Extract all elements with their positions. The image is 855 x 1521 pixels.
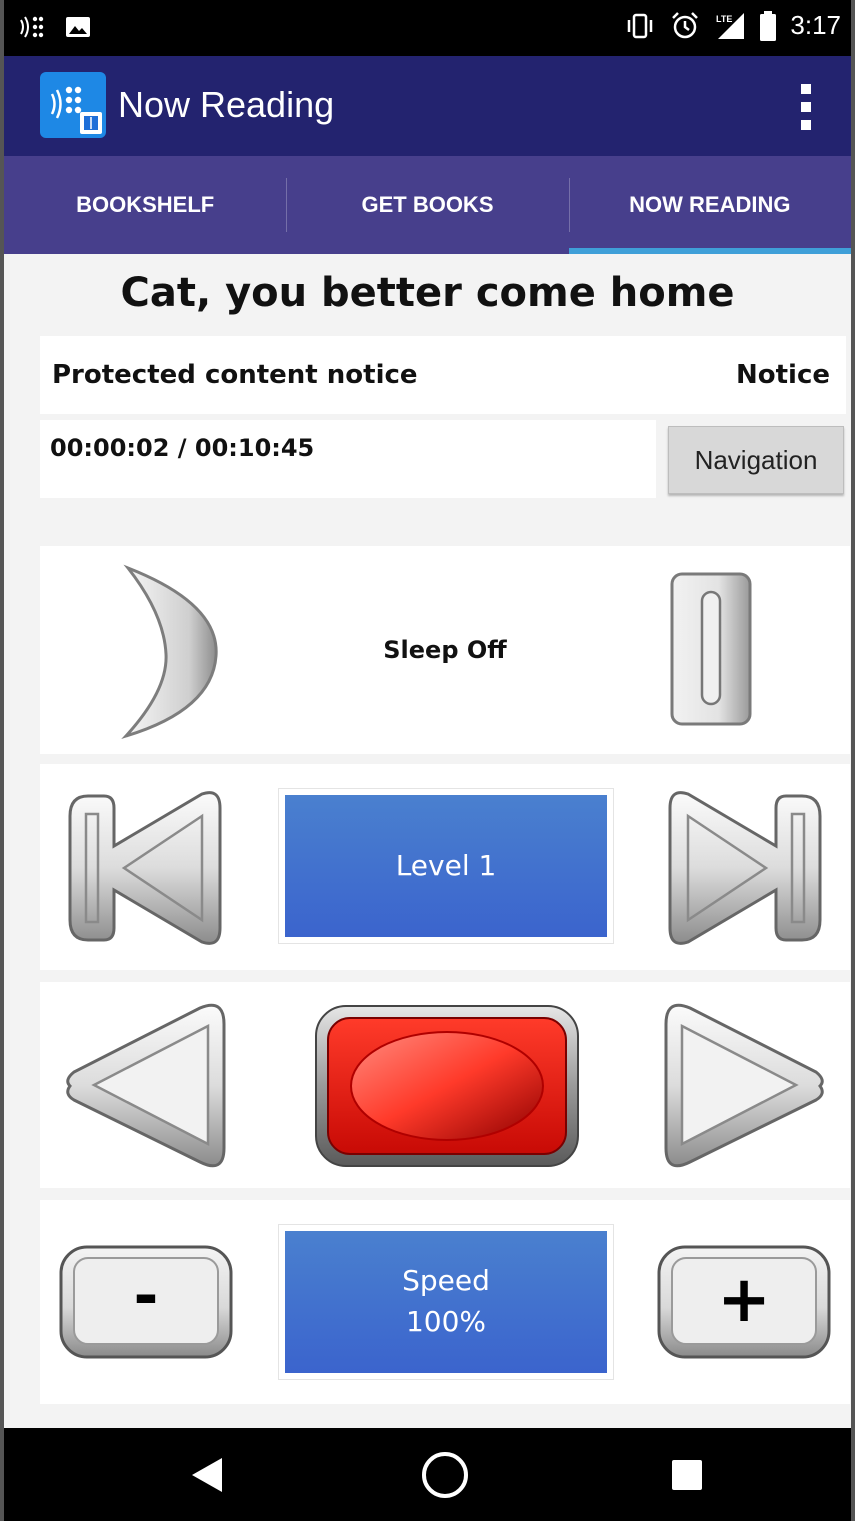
play-stop-button[interactable] <box>312 1002 582 1170</box>
speed-button[interactable]: Speed 100% <box>278 1224 614 1380</box>
recents-icon[interactable] <box>670 1458 704 1492</box>
tab-bar: BOOKSHELF GET BOOKS NOW READING <box>4 156 851 254</box>
tab-now-reading[interactable]: NOW READING <box>568 156 851 254</box>
pause-icon[interactable] <box>666 570 756 730</box>
battery-icon <box>760 10 777 41</box>
book-title: Cat, you better come home <box>120 270 735 316</box>
protected-content-notice-text: Protected content notice <box>52 360 418 390</box>
tab-bookshelf[interactable]: BOOKSHELF <box>4 156 286 254</box>
sleep-panel: Sleep Off <box>40 546 850 754</box>
navigation-button[interactable]: Navigation <box>668 426 844 494</box>
back-icon[interactable] <box>190 1456 224 1494</box>
home-icon[interactable] <box>420 1450 470 1500</box>
speed-label: Speed <box>402 1264 490 1298</box>
level-button[interactable]: Level 1 <box>278 788 614 944</box>
notice-link[interactable]: Notice <box>736 360 830 390</box>
app-bar: Now Reading <box>4 56 851 156</box>
image-notification-icon <box>66 17 90 37</box>
protected-content-row: Protected content notice Notice <box>40 336 846 414</box>
system-nav-bar <box>4 1428 851 1521</box>
status-bar: LTE 3:17 <box>4 0 851 56</box>
level-panel: Level 1 <box>40 764 850 970</box>
tab-get-books[interactable]: GET BOOKS <box>286 156 568 254</box>
minus-label: - <box>133 1261 159 1331</box>
app-title: Now Reading <box>118 84 335 125</box>
skip-forward-icon[interactable] <box>662 786 828 950</box>
phone-screen: LTE 3:17 Now Reading BOOKSHELF GET BOOKS… <box>0 0 855 1521</box>
plus-label: + <box>717 1263 771 1337</box>
playback-time: 00:00:02 / 00:10:45 <box>40 420 656 498</box>
skip-back-icon[interactable] <box>62 786 228 950</box>
level-label: Level 1 <box>395 848 497 882</box>
clock-time: 3:17 <box>790 10 841 40</box>
decrease-speed-button[interactable]: - <box>58 1244 234 1360</box>
svg-text:LTE: LTE <box>716 14 732 24</box>
speed-value: 100% <box>405 1305 487 1338</box>
alarm-icon <box>672 11 699 38</box>
app-logo-icon <box>40 72 106 138</box>
fast-forward-icon[interactable] <box>660 998 830 1172</box>
increase-speed-button[interactable]: + <box>656 1244 832 1360</box>
playback-panel <box>40 982 850 1188</box>
app-notification-icon <box>20 16 44 38</box>
overflow-menu-icon[interactable] <box>801 84 813 130</box>
speed-panel: - Speed 100% + <box>40 1200 850 1404</box>
lte-signal-icon: LTE <box>716 12 745 39</box>
vibrate-icon <box>628 13 653 38</box>
rewind-icon[interactable] <box>60 998 230 1172</box>
